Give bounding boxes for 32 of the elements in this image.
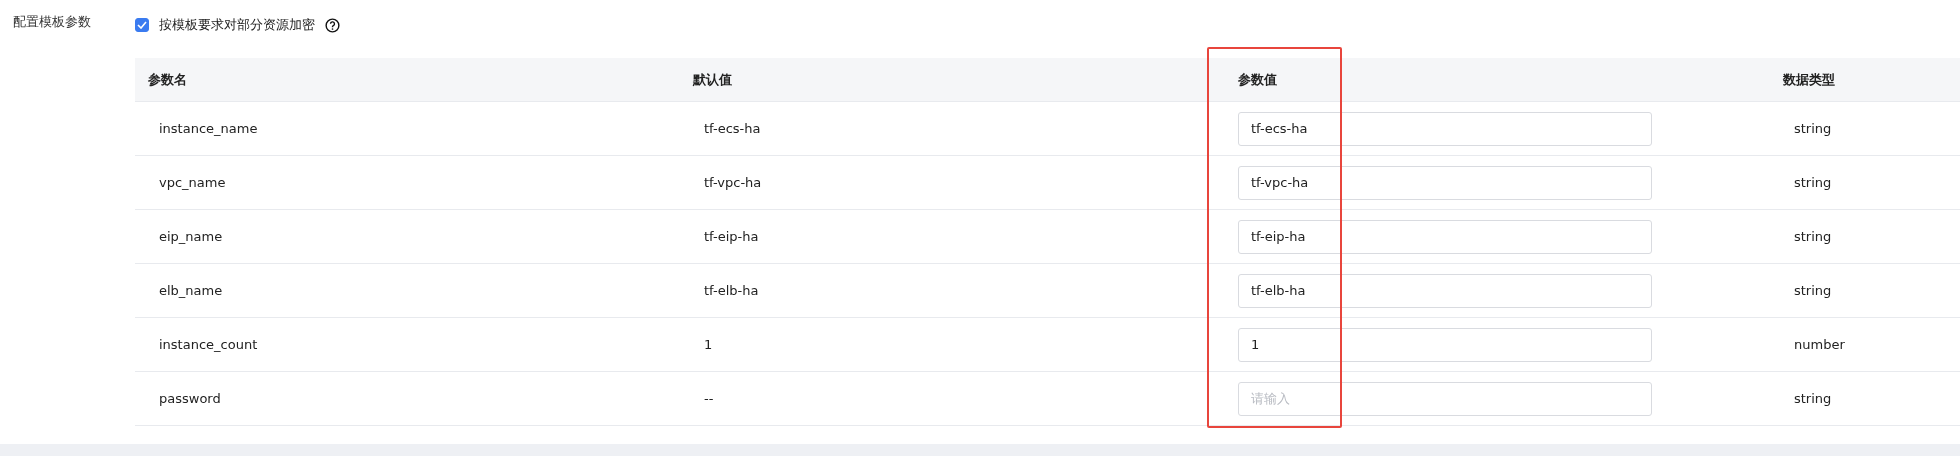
table-cell-text: elb_name	[158, 283, 224, 298]
table-cell-text: password	[158, 391, 222, 406]
table-cell-text: instance_count	[158, 337, 259, 352]
table-cell-text: string	[1793, 391, 1833, 406]
input-field[interactable]: 1	[1238, 327, 1652, 362]
input-field[interactable]: 请输入	[1238, 381, 1652, 416]
table-cell-text: tf-eip-ha	[703, 229, 760, 244]
column-header: 数据类型	[1782, 70, 1836, 89]
input-field[interactable]: tf-eip-ha	[1238, 219, 1652, 254]
checkbox-label: 按模板要求对部分资源加密	[159, 16, 315, 34]
table-cell-text: tf-ecs-ha	[703, 121, 762, 136]
section-label: 配置模板参数	[12, 13, 92, 31]
table-cell-text: string	[1793, 283, 1833, 298]
column-header: 参数名	[147, 70, 188, 89]
table-cell-text: string	[1793, 121, 1833, 136]
table-cell-text: eip_name	[158, 229, 224, 244]
table-cell-text: string	[1793, 229, 1833, 244]
input-field[interactable]: tf-ecs-ha	[1238, 111, 1652, 146]
help-icon[interactable]	[325, 17, 340, 33]
table-cell-text: tf-elb-ha	[703, 283, 760, 298]
column-header: 默认值	[691, 70, 733, 89]
table-cell-text: --	[703, 391, 715, 406]
input-field[interactable]: tf-vpc-ha	[1238, 165, 1652, 200]
table-cell-text: 1	[703, 337, 714, 352]
table-cell-text: instance_name	[158, 121, 259, 136]
column-header: 参数值	[1237, 70, 1278, 89]
input-field[interactable]: tf-elb-ha	[1238, 273, 1652, 308]
table-cell-text: string	[1793, 175, 1833, 190]
table-cell-text: number	[1793, 337, 1846, 352]
table-cell-text: vpc_name	[158, 175, 227, 190]
table-cell-text: tf-vpc-ha	[703, 175, 763, 190]
checkbox[interactable]	[135, 18, 149, 32]
